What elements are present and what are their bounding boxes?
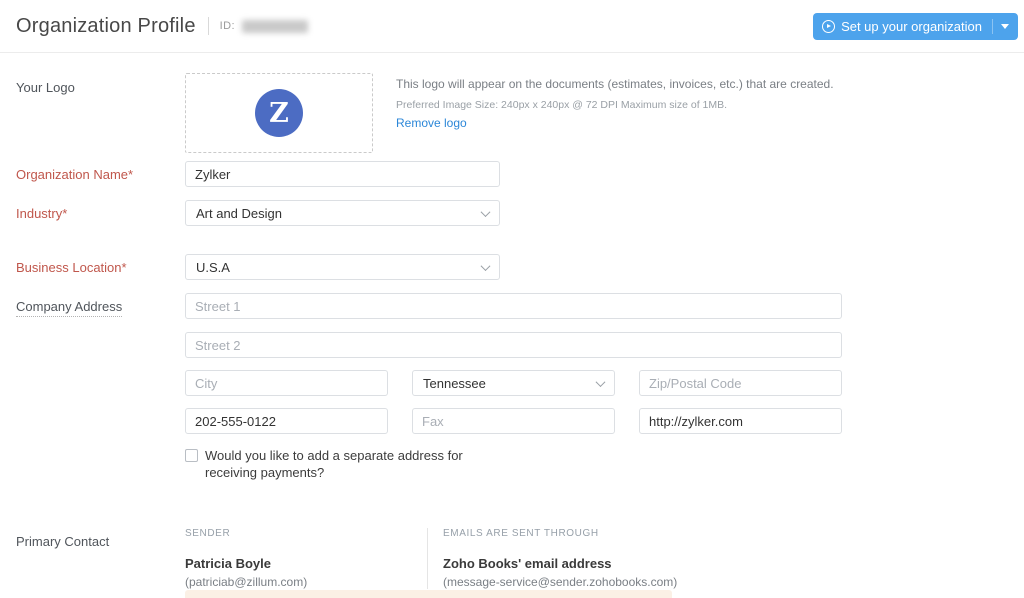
industry-row: Industry* Art and Design [0, 200, 1024, 226]
logo-size-note: Preferred Image Size: 240px x 240px @ 72… [396, 99, 858, 111]
company-address-label: Company Address [16, 299, 185, 314]
organization-name-label: Organization Name* [16, 167, 185, 182]
street1-input[interactable] [185, 293, 842, 319]
sender-column: SENDER Patricia Boyle (patriciab@zillum.… [185, 528, 427, 589]
city-input[interactable] [185, 370, 388, 396]
org-logo-letter: Z [269, 98, 289, 129]
city-state-zip-row: Tennessee [0, 370, 1024, 396]
state-selected-value: Tennessee [423, 376, 486, 391]
sent-through-column: EMAILS ARE SENT THROUGH Zoho Books' emai… [427, 528, 677, 589]
separate-address-checkbox[interactable] [185, 449, 198, 462]
sender-email: (patriciab@zillum.com) [185, 575, 427, 589]
street2-input[interactable] [185, 332, 842, 358]
chevron-down-icon [1001, 24, 1009, 29]
title-separator [208, 17, 209, 35]
website-input[interactable] [639, 408, 842, 434]
logo-dropzone[interactable]: Z [185, 73, 373, 153]
profile-form: Your Logo Z This logo will appear on the… [0, 53, 1024, 589]
setup-organization-button[interactable]: Set up your organization [813, 13, 1018, 40]
logo-description-block: This logo will appear on the documents (… [396, 73, 858, 132]
sent-through-email: (message-service@sender.zohobooks.com) [443, 575, 677, 589]
separate-address-row: Would you like to add a separate address… [0, 447, 1024, 481]
org-logo: Z [255, 89, 303, 137]
remove-logo-link[interactable]: Remove logo [396, 116, 467, 130]
business-location-label: Business Location* [16, 260, 185, 275]
organization-profile-page: Organization Profile ID: Set up your org… [0, 0, 1024, 598]
street2-row [0, 332, 1024, 358]
separate-address-label: Would you like to add a separate address… [205, 447, 517, 481]
sent-through-heading: EMAILS ARE SENT THROUGH [443, 528, 677, 539]
phone-fax-website-row [0, 408, 1024, 434]
phone-input[interactable] [185, 408, 388, 434]
fax-input[interactable] [412, 408, 615, 434]
chevron-down-icon [481, 207, 491, 217]
page-header: Organization Profile ID: Set up your org… [0, 0, 1024, 53]
chevron-down-icon [596, 377, 606, 387]
logo-description: This logo will appear on the documents (… [396, 76, 858, 92]
org-id-label: ID: [220, 20, 235, 32]
setup-button-label: Set up your organization [841, 19, 982, 34]
street1-row: Company Address [0, 293, 1024, 319]
state-select[interactable]: Tennessee [412, 370, 615, 396]
page-title: Organization Profile [16, 15, 196, 38]
sender-heading: SENDER [185, 528, 427, 539]
setup-button-divider [992, 19, 993, 34]
logo-row: Your Logo Z This logo will appear on the… [0, 73, 1024, 153]
industry-select[interactable]: Art and Design [185, 200, 500, 226]
chevron-down-icon [481, 261, 491, 271]
business-location-selected-value: U.S.A [196, 260, 230, 275]
organization-name-input[interactable] [185, 161, 500, 187]
sent-through-name: Zoho Books' email address [443, 556, 677, 571]
primary-contact-section: Primary Contact SENDER Patricia Boyle (p… [0, 528, 1024, 589]
play-icon [822, 20, 835, 33]
org-id-value-redacted [242, 20, 308, 33]
organization-name-row: Organization Name* [0, 161, 1024, 187]
warning-banner-partial [185, 590, 672, 598]
industry-label: Industry* [16, 206, 185, 221]
your-logo-label: Your Logo [16, 73, 185, 95]
business-location-select[interactable]: U.S.A [185, 254, 500, 280]
sender-name: Patricia Boyle [185, 556, 427, 571]
industry-selected-value: Art and Design [196, 206, 282, 221]
primary-contact-label: Primary Contact [16, 528, 185, 549]
zip-input[interactable] [639, 370, 842, 396]
business-location-row: Business Location* U.S.A [0, 254, 1024, 280]
